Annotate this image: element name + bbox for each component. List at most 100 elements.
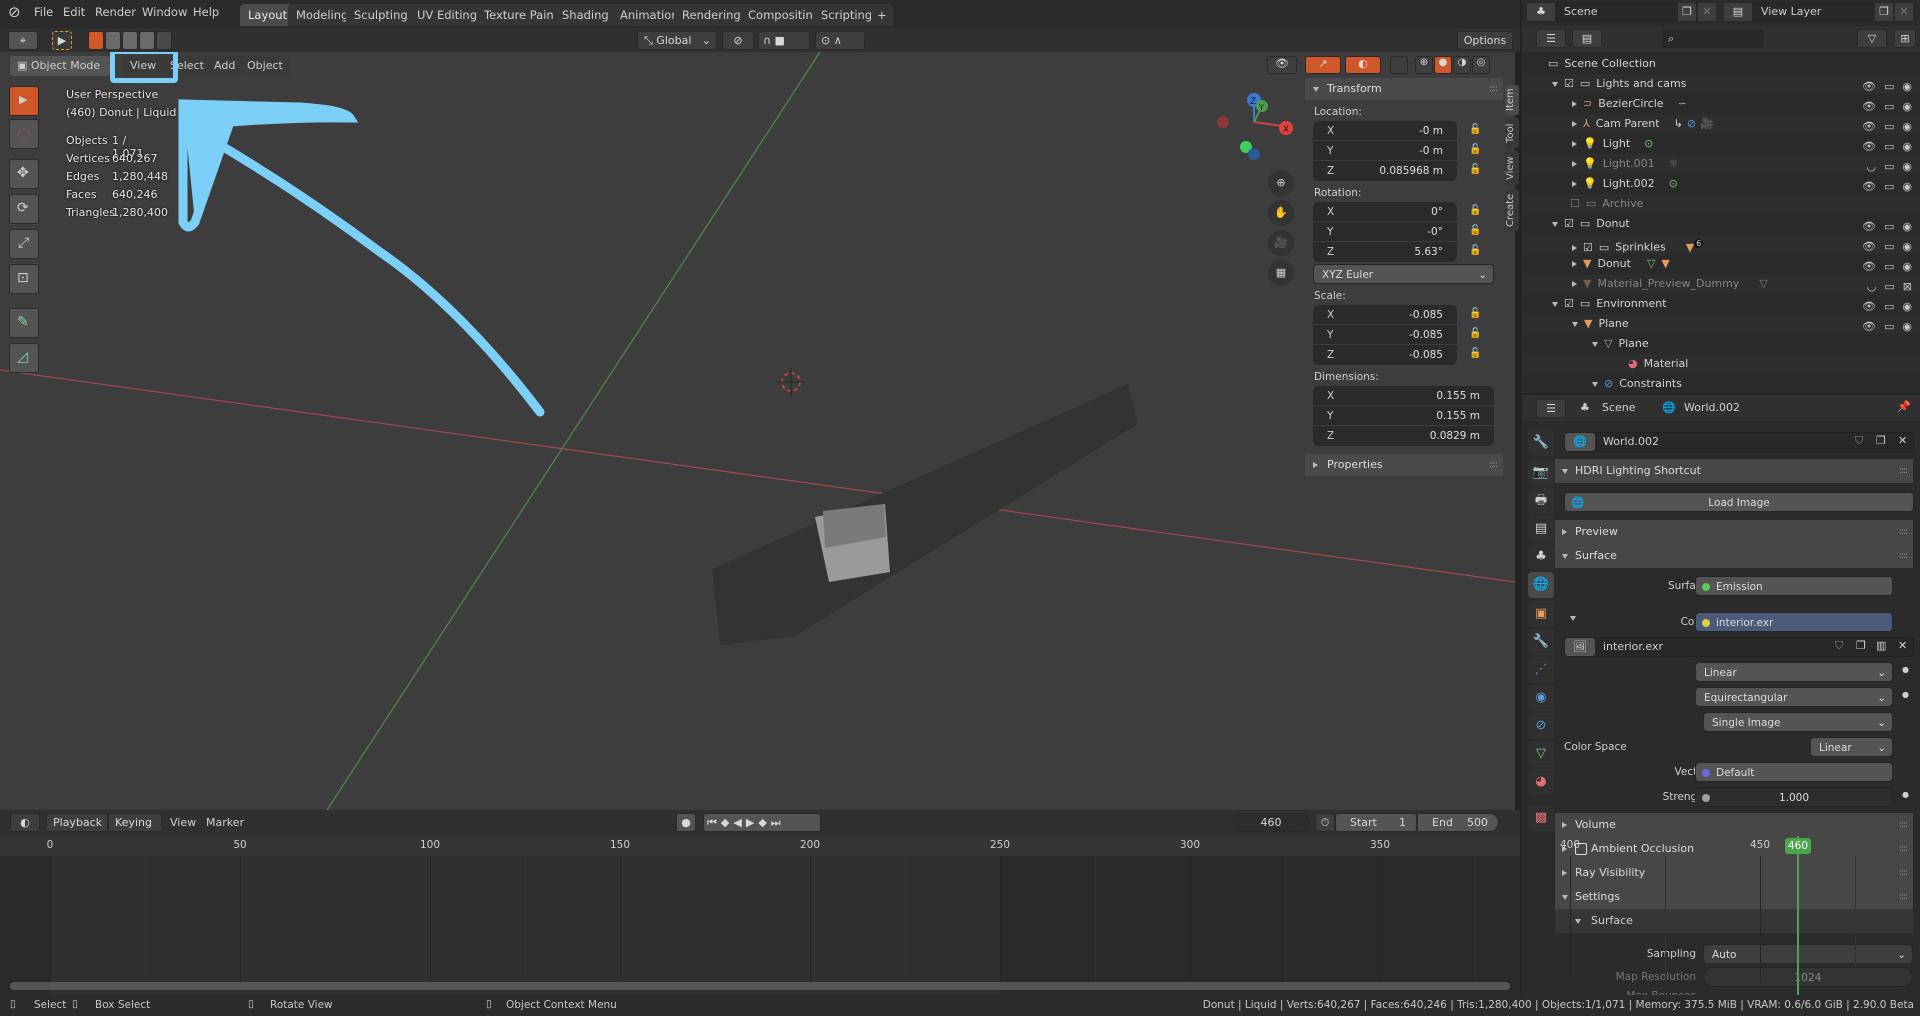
fake-user-icon[interactable]: ⛉: [1855, 434, 1863, 448]
shading-solid-button[interactable]: ●: [1434, 56, 1452, 74]
filter-dropdown[interactable]: ▽: [1857, 29, 1887, 48]
surface-shader-field[interactable]: Emission: [1695, 576, 1893, 596]
select-mode-extend-button[interactable]: [105, 31, 121, 50]
gizmo-toggle[interactable]: ↗: [1305, 56, 1341, 74]
lock-icon[interactable]: 🔓: [1469, 348, 1481, 359]
tab-particles[interactable]: ⋰: [1528, 657, 1554, 683]
outliner-row[interactable]: ☑ ▭ Donut 👁 ▭ ◉: [1522, 214, 1920, 234]
editor-type-button[interactable]: ⌖: [8, 31, 38, 50]
keyframe-dot-icon[interactable]: ●: [1902, 790, 1909, 799]
menu-edit[interactable]: Edit: [63, 5, 85, 19]
tab-physics[interactable]: ◉: [1528, 685, 1554, 711]
rotation-z-field[interactable]: Z 5.63°: [1313, 242, 1457, 262]
tab-rendering[interactable]: Rendering: [674, 4, 749, 26]
menu-help[interactable]: Help: [193, 5, 219, 19]
horizontal-scrollbar[interactable]: [10, 982, 1510, 990]
outliner-row[interactable]: ☐ ▭ Archive: [1522, 194, 1920, 214]
map-resolution-field[interactable]: 1024: [1703, 967, 1913, 987]
end-frame-field[interactable]: End 500: [1417, 813, 1499, 832]
lock-icon[interactable]: 🔓: [1469, 328, 1481, 339]
properties-panel-header[interactable]: Properties::::: [1305, 454, 1503, 476]
close-icon[interactable]: ✕: [1898, 639, 1907, 652]
blender-logo-icon[interactable]: ⊘: [8, 3, 21, 21]
tab-texture[interactable]: ▩: [1528, 805, 1554, 831]
menu-object[interactable]: Object: [240, 56, 290, 76]
scene-name-field[interactable]: Scene: [1556, 2, 1676, 22]
rotate-tool[interactable]: ⟳: [9, 194, 39, 224]
outliner-search-input[interactable]: ⌕: [1662, 29, 1764, 48]
view-layer-name-field[interactable]: View Layer: [1753, 2, 1873, 22]
outliner-row[interactable]: 💡 Light.001 ☼ ◡ ▭ ◉: [1522, 154, 1920, 174]
outliner-row[interactable]: ▼ Material_Preview_Dummy ▽ ◡ ▭ ⊠: [1522, 274, 1920, 294]
delete-view-layer-button[interactable]: ✕: [1894, 2, 1914, 22]
tab-sculpting[interactable]: Sculpting: [346, 4, 416, 26]
tab-scene[interactable]: ♣: [1528, 544, 1554, 570]
zoom-view-button[interactable]: ⊕: [1268, 170, 1294, 196]
tab-object[interactable]: ▣: [1528, 601, 1554, 627]
select-tool-button[interactable]: ▶: [52, 31, 72, 50]
strength-slider[interactable]: 1.000: [1695, 787, 1893, 807]
cursor-tool[interactable]: ◌: [9, 119, 39, 149]
playback-menu[interactable]: Playback ⌄: [46, 813, 108, 846]
prev-keyframe-icon[interactable]: ◆: [721, 816, 733, 829]
checkbox[interactable]: ☐: [1570, 197, 1580, 210]
lock-icon[interactable]: 🔓: [1469, 245, 1481, 256]
rotation-y-field[interactable]: Y -0°: [1313, 222, 1457, 242]
outliner-row[interactable]: ▼ Donut ▽ ▼ 👁 ▭ ◉: [1522, 254, 1920, 274]
filter-layer-dropdown[interactable]: ▤: [1572, 29, 1602, 48]
hdri-panel-header[interactable]: HDRI Lighting Shortcut::::: [1555, 459, 1913, 483]
tab-uv-editing[interactable]: UV Editing: [409, 4, 485, 26]
new-view-layer-button[interactable]: ❐: [1874, 2, 1894, 22]
copy-icon[interactable]: ❐: [1856, 639, 1866, 652]
3d-viewport[interactable]: ▣ Object Mode View Select Add Object 👁 ↗…: [0, 52, 1515, 810]
settings-surface-subpanel[interactable]: Surface: [1555, 909, 1913, 933]
annotate-tool[interactable]: ✎: [9, 308, 39, 338]
tab-render[interactable]: 📷: [1528, 460, 1554, 486]
tab-modifiers[interactable]: 🔧: [1528, 629, 1554, 655]
outliner-row[interactable]: ☑ ▭ Environment 👁 ▭ ◉: [1522, 294, 1920, 314]
tab-data[interactable]: ▽: [1528, 741, 1554, 767]
select-mode-invert-button[interactable]: [139, 31, 155, 50]
view-layer-selector[interactable]: ▤: [1723, 2, 1753, 22]
scale-y-field[interactable]: Y -0.085: [1313, 325, 1457, 345]
keyframe-dot-icon[interactable]: ●: [1902, 690, 1909, 699]
next-keyframe-icon[interactable]: ◆: [758, 816, 770, 829]
camera-view-button[interactable]: 🎥: [1268, 230, 1294, 256]
editor-type-dropdown[interactable]: ☰: [1536, 399, 1566, 418]
outliner-row[interactable]: ⊘ Constraints: [1522, 374, 1920, 393]
outliner-row[interactable]: 💡 Light ⊙ 👁 ▭ ◉: [1522, 134, 1920, 154]
tab-output[interactable]: 🖶: [1528, 488, 1554, 514]
shading-rendered-button[interactable]: ◎: [1472, 56, 1490, 74]
overlays-toggle[interactable]: ◐: [1345, 56, 1381, 74]
options-dropdown[interactable]: Options ⌄: [1457, 31, 1513, 64]
jump-end-icon[interactable]: ⏭: [771, 816, 785, 829]
lock-icon[interactable]: 🔓: [1469, 205, 1481, 216]
new-collection-button[interactable]: ⊞: [1894, 29, 1916, 48]
projection-dropdown[interactable]: Equirectangular ⌄: [1695, 687, 1893, 707]
menu-file[interactable]: File: [34, 5, 53, 19]
surface-panel-header[interactable]: Surface::::: [1555, 544, 1913, 568]
image-browse-button[interactable]: 🖼: [1565, 638, 1595, 656]
expand-color-arrow[interactable]: [1570, 611, 1582, 624]
source-dropdown[interactable]: Single Image ⌄: [1703, 712, 1893, 732]
sidebar-tab-view[interactable]: View: [1505, 151, 1519, 185]
tab-world[interactable]: 🌐: [1528, 572, 1554, 598]
sampling-dropdown[interactable]: Auto ⌄: [1703, 944, 1913, 964]
move-tool[interactable]: ✥: [9, 159, 39, 189]
scale-z-field[interactable]: Z -0.085: [1313, 345, 1457, 365]
select-mode-new-button[interactable]: [88, 31, 104, 50]
scale-tool[interactable]: ⤢: [9, 229, 39, 259]
tab-tool[interactable]: 🔧: [1528, 430, 1554, 456]
select-box-tool[interactable]: ▶: [9, 86, 39, 116]
menu-render[interactable]: Render: [95, 5, 136, 19]
timeline-view-menu[interactable]: View: [170, 816, 196, 829]
ortho-toggle-button[interactable]: ▦: [1268, 260, 1294, 286]
keying-menu[interactable]: Keying ⌄: [108, 813, 162, 846]
image-name-field[interactable]: interior.exr: [1603, 640, 1663, 653]
shading-wireframe-button[interactable]: ⊕: [1415, 56, 1433, 74]
dimensions-y-field[interactable]: Y 0.155 m: [1313, 406, 1494, 426]
location-y-field[interactable]: Y -0 m: [1313, 141, 1457, 161]
ray-visibility-panel-header[interactable]: Ray Visibility::::: [1555, 861, 1913, 885]
interpolation-dropdown[interactable]: Linear ⌄: [1695, 662, 1893, 682]
transform-panel-header[interactable]: Transform::::: [1305, 78, 1503, 100]
